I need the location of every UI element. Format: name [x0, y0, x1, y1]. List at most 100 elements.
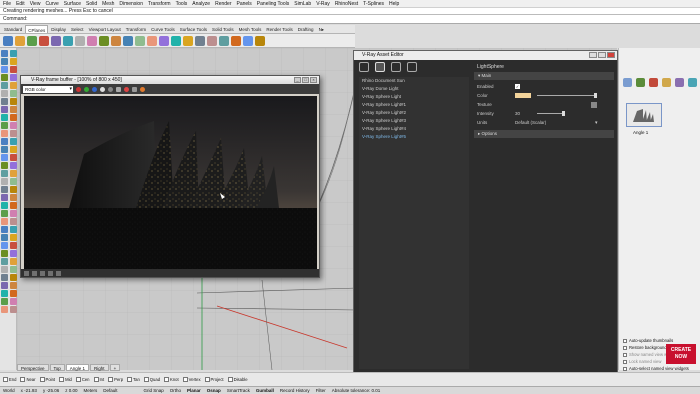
tool-icon[interactable] [10, 146, 17, 153]
status-toggle-planar[interactable]: Planar [187, 388, 201, 393]
toolbar-tool-icon[interactable] [111, 36, 121, 46]
tool-icon[interactable] [1, 242, 8, 249]
tool-icon[interactable] [1, 298, 8, 305]
save-image-icon[interactable] [116, 86, 121, 92]
toolbar-tool-icon[interactable] [171, 36, 181, 46]
command-input[interactable]: Command: [0, 15, 700, 24]
asset-item[interactable]: V-Ray Sphere Light#1 [359, 101, 469, 109]
checkbox[interactable] [164, 377, 170, 382]
toolbar-tool-icon[interactable] [147, 36, 157, 46]
osnap-near[interactable]: Near [20, 377, 36, 382]
tool-icon[interactable] [10, 130, 17, 137]
asset-item[interactable]: Rhino Document Sun [359, 77, 469, 85]
tool-icon[interactable] [1, 306, 8, 313]
tool-icon[interactable] [1, 66, 8, 73]
option-auto-select[interactable]: Auto-select named view widgets [623, 366, 689, 371]
toolbar-tab-solid-tools[interactable]: Solid Tools [210, 25, 236, 33]
viewport-tab-top[interactable]: Top [49, 364, 65, 371]
checkbox[interactable] [75, 377, 81, 382]
tool-icon[interactable] [10, 306, 17, 313]
viewport-tab-angle-1[interactable]: Angle 1 [65, 364, 90, 371]
restore-view-icon[interactable] [636, 78, 645, 87]
menu-tools[interactable]: Tools [176, 1, 188, 7]
tool-icon[interactable] [10, 258, 17, 265]
layer-indicator[interactable]: Default [103, 388, 117, 393]
alpha-channel-icon[interactable] [100, 86, 105, 92]
tool-icon[interactable] [10, 250, 17, 257]
status-toggle-record-history[interactable]: Record History [280, 388, 310, 393]
checkbox[interactable] [108, 377, 114, 382]
toolbar-tool-icon[interactable] [99, 36, 109, 46]
history-icon[interactable] [24, 270, 29, 276]
geometry-tab-icon[interactable] [391, 62, 401, 72]
asset-editor-titlebar[interactable]: V-Ray Asset Editor [354, 51, 617, 60]
tool-icon[interactable] [10, 138, 17, 145]
toolbar-tool-icon[interactable] [207, 36, 217, 46]
checkbox[interactable] [623, 359, 627, 364]
toolbar-tool-icon[interactable] [195, 36, 205, 46]
add-viewport-tab-button[interactable]: + [109, 364, 121, 371]
render-elements-tab-icon[interactable] [407, 62, 417, 72]
menu-simlab[interactable]: SimLab [294, 1, 311, 7]
tool-icon[interactable] [1, 258, 8, 265]
menu-solid[interactable]: Solid [86, 1, 97, 7]
toolbar-tab-n[interactable]: N▸ [317, 25, 327, 33]
checkbox[interactable] [143, 377, 149, 382]
channel-select[interactable]: RGB color [23, 85, 73, 93]
toolbar-tool-icon[interactable] [243, 36, 253, 46]
tool-icon[interactable] [10, 178, 17, 185]
asset-item[interactable]: V-Ray Dome Light [359, 85, 469, 93]
tool-icon[interactable] [10, 194, 17, 201]
intensity-value[interactable]: 30 [515, 111, 531, 116]
options-rollout[interactable]: ▸ Options [474, 130, 614, 138]
tool-icon[interactable] [10, 218, 17, 225]
tool-icon[interactable] [1, 106, 8, 113]
toolbar-tool-icon[interactable] [87, 36, 97, 46]
minimize-button[interactable] [589, 52, 597, 58]
checkbox[interactable] [59, 377, 65, 382]
tool-icon[interactable] [1, 114, 8, 121]
asset-item[interactable]: V-Ray Sphere Light#3 [359, 117, 469, 125]
tool-icon[interactable] [10, 234, 17, 241]
option-auto-update[interactable]: Auto-update thumbnails [623, 338, 673, 343]
green-channel-icon[interactable] [84, 86, 89, 92]
toolbar-tool-icon[interactable] [123, 36, 133, 46]
vray-asset-editor[interactable]: V-Ray Asset Editor Rhino Document Sun V-R… [353, 50, 618, 375]
export-view-icon[interactable] [688, 78, 697, 87]
toolbar-tab-render-tools[interactable]: Render Tools [264, 25, 294, 33]
menu-t-splines[interactable]: T-Splines [363, 1, 384, 7]
delete-view-icon[interactable] [649, 78, 658, 87]
tool-icon[interactable] [1, 186, 8, 193]
asset-item[interactable]: V-Ray Sphere Light [359, 93, 469, 101]
tool-icon[interactable] [10, 290, 17, 297]
viewport-tab-perspective[interactable]: Perspective [17, 364, 49, 371]
toolbar-tab-display[interactable]: Display [49, 25, 68, 33]
menu-surface[interactable]: Surface [64, 1, 81, 7]
import-view-icon[interactable] [675, 78, 684, 87]
clear-image-icon[interactable] [124, 86, 129, 92]
tool-icon[interactable] [10, 50, 17, 57]
osnap-cen[interactable]: Cen [75, 377, 90, 382]
osnap-perp[interactable]: Perp [108, 377, 123, 382]
toolbar-tool-icon[interactable] [135, 36, 145, 46]
osnap-disable[interactable]: Disable [227, 377, 248, 382]
tool-icon[interactable] [10, 98, 17, 105]
tool-icon[interactable] [1, 194, 8, 201]
minimize-button[interactable]: _ [294, 77, 301, 83]
tool-icon[interactable] [1, 234, 8, 241]
mono-icon[interactable] [108, 86, 113, 92]
vray-frame-buffer-window[interactable]: V-Ray frame buffer - [100% of 800 x 450]… [20, 75, 320, 278]
tool-icon[interactable] [10, 114, 17, 121]
toolbar-tab-curve-tools[interactable]: Curve Tools [149, 25, 177, 33]
toolbar-tool-icon[interactable] [3, 36, 13, 46]
tool-icon[interactable] [1, 146, 8, 153]
tool-icon[interactable] [1, 58, 8, 65]
texture-slot-icon[interactable] [591, 101, 597, 108]
toolbar-tool-icon[interactable] [39, 36, 49, 46]
checkbox[interactable] [227, 377, 233, 382]
tool-icon[interactable] [10, 242, 17, 249]
render-icon[interactable] [140, 86, 145, 92]
tool-icon[interactable] [1, 122, 8, 129]
tool-icon[interactable] [10, 58, 17, 65]
main-rollout[interactable]: ▾ Main [474, 72, 614, 80]
